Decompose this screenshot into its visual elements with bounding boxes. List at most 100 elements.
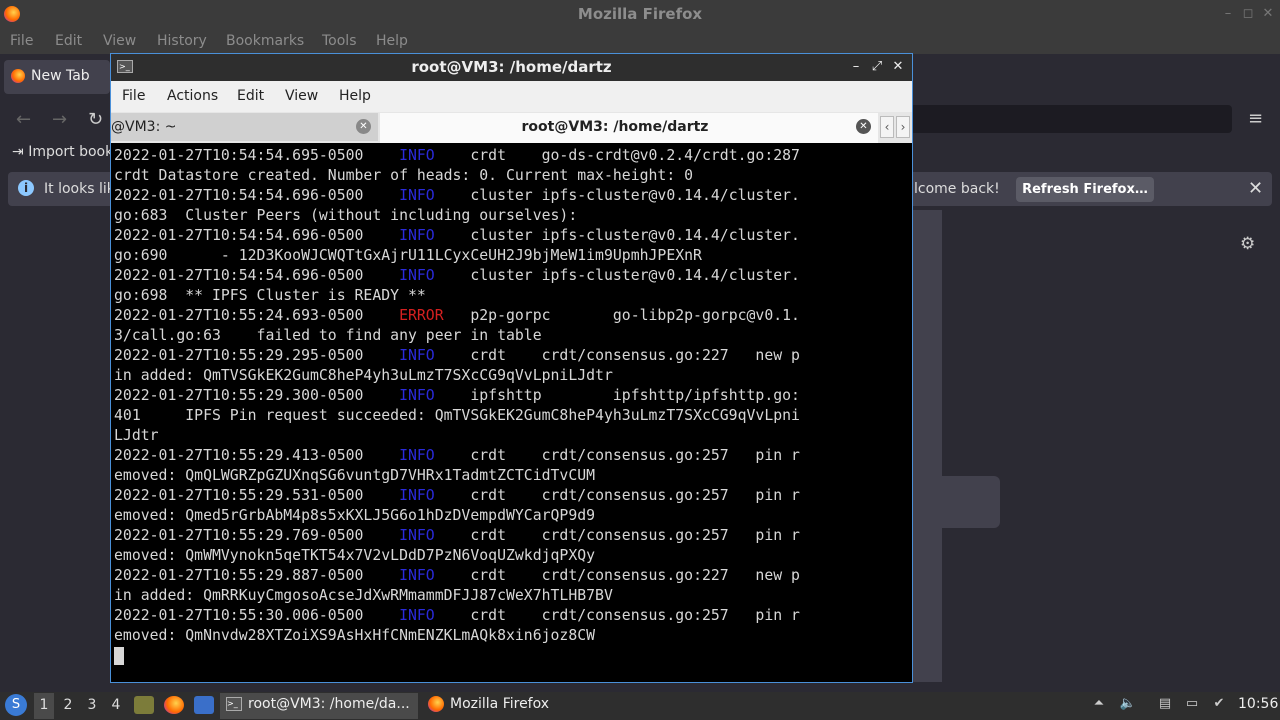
maximize-icon[interactable]: ◻ xyxy=(1240,6,1256,22)
log-message: crdt crdt/consensus.go:227 new p xyxy=(434,567,800,584)
log-level: INFO xyxy=(399,187,435,204)
tab-close-icon[interactable]: ✕ xyxy=(856,119,871,134)
terminal-line: emoved: QmNnvdw28XTZoiXS9AsHxHfCNmENZKLm… xyxy=(114,627,596,644)
ff-menu-file[interactable]: File xyxy=(10,33,33,49)
ff-menu-help[interactable]: Help xyxy=(376,33,408,49)
log-timestamp: 2022-01-27T10:55:30.006-0500 xyxy=(114,607,400,624)
term-menu-actions[interactable]: Actions xyxy=(167,88,218,104)
log-timestamp: 2022-01-27T10:54:54.695-0500 xyxy=(114,147,400,164)
ff-menu-view[interactable]: View xyxy=(103,33,136,49)
notice-text-end: lcome back! xyxy=(914,181,1000,197)
update-icon[interactable]: ✔ xyxy=(1210,696,1228,712)
ff-menu-edit[interactable]: Edit xyxy=(55,33,82,49)
log-message: crdt crdt/consensus.go:257 pin r xyxy=(434,607,800,624)
hamburger-menu-icon[interactable]: ≡ xyxy=(1248,108,1263,129)
start-menu-icon[interactable]: S xyxy=(5,694,27,716)
file-manager-icon[interactable] xyxy=(134,696,154,714)
terminal-line: 2022-01-27T10:54:54.696-0500 INFO cluste… xyxy=(114,266,800,286)
tray-up-icon[interactable]: ⏶ xyxy=(1090,696,1108,712)
terminal-output[interactable]: 2022-01-27T10:54:54.695-0500 INFO crdt g… xyxy=(114,146,910,680)
tab-scroll-right-icon[interactable]: › xyxy=(896,116,910,138)
taskbar-firefox-label[interactable]: Mozilla Firefox xyxy=(450,696,549,712)
terminal-line: 3/call.go:63 failed to find any peer in … xyxy=(114,327,542,344)
log-timestamp: 2022-01-27T10:54:54.696-0500 xyxy=(114,227,400,244)
term-menu-edit[interactable]: Edit xyxy=(237,88,264,104)
terminal-line: 2022-01-27T10:55:30.006-0500 INFO crdt c… xyxy=(114,606,800,626)
back-arrow-icon[interactable]: ← xyxy=(16,109,31,130)
log-timestamp: 2022-01-27T10:55:29.769-0500 xyxy=(114,527,400,544)
log-level: ERROR xyxy=(399,307,444,324)
url-bar[interactable] xyxy=(910,105,1232,133)
gear-icon[interactable]: ⚙ xyxy=(1240,234,1255,254)
terminal-line: LJdtr xyxy=(114,427,159,444)
firefox-window-title: Mozilla Firefox xyxy=(577,5,703,23)
forward-arrow-icon[interactable]: → xyxy=(52,109,67,130)
terminal-line: emoved: QmQLWGRZpGZUXnqSG6vuntgD7VHRx1Ta… xyxy=(114,467,596,484)
terminal-line: 2022-01-27T10:54:54.696-0500 INFO cluste… xyxy=(114,186,800,206)
log-timestamp: 2022-01-27T10:55:24.693-0500 xyxy=(114,307,400,324)
workspace-1[interactable]: 1 xyxy=(35,697,53,713)
network-icon[interactable]: ▭ xyxy=(1183,696,1201,712)
volume-icon[interactable]: 🔈 xyxy=(1119,696,1137,712)
log-timestamp: 2022-01-27T10:55:29.887-0500 xyxy=(114,567,400,584)
log-message: crdt crdt/consensus.go:227 new p xyxy=(434,347,800,364)
terminal-line: 2022-01-27T10:55:24.693-0500 ERROR p2p-g… xyxy=(114,306,800,326)
terminal-menubar xyxy=(111,81,912,112)
clock: 10:56 xyxy=(1238,696,1279,712)
tab-close-icon[interactable]: ✕ xyxy=(356,119,371,134)
import-bookmarks-link[interactable]: ⇥ Import book xyxy=(12,144,113,160)
firefox-launcher-icon[interactable] xyxy=(164,696,184,714)
terminal-tab-dartz-label: root@VM3: /home/dartz xyxy=(521,119,709,135)
terminal-line: 2022-01-27T10:55:29.769-0500 INFO crdt c… xyxy=(114,526,800,546)
tab-scroll-left-icon[interactable]: ‹ xyxy=(880,116,894,138)
log-message: crdt crdt/consensus.go:257 pin r xyxy=(434,487,800,504)
term-menu-help[interactable]: Help xyxy=(339,88,371,104)
close-icon[interactable]: ✕ xyxy=(1260,6,1276,22)
ff-menu-history[interactable]: History xyxy=(157,33,207,49)
log-timestamp: 2022-01-27T10:55:29.295-0500 xyxy=(114,347,400,364)
log-level: INFO xyxy=(399,347,435,364)
reload-icon[interactable]: ↻ xyxy=(88,109,103,130)
terminal-line: 2022-01-27T10:55:29.531-0500 INFO crdt c… xyxy=(114,486,800,506)
terminal-line: go:698 ** IPFS Cluster is READY ** xyxy=(114,287,426,304)
newtab-tile[interactable] xyxy=(912,476,1000,528)
workspace-2[interactable]: 2 xyxy=(59,697,77,713)
log-message: cluster ipfs-cluster@v0.14.4/cluster. xyxy=(434,187,800,204)
notice-close-icon[interactable]: ✕ xyxy=(1248,178,1263,199)
log-timestamp: 2022-01-27T10:55:29.413-0500 xyxy=(114,447,400,464)
terminal-line: go:683 Cluster Peers (without including … xyxy=(114,207,578,224)
ff-menu-tools[interactable]: Tools xyxy=(322,33,357,49)
info-icon: i xyxy=(18,180,34,196)
terminal-line: 2022-01-27T10:54:54.695-0500 INFO crdt g… xyxy=(114,146,800,166)
clipboard-icon[interactable]: ▤ xyxy=(1156,696,1174,712)
minimize-icon[interactable]: – xyxy=(1220,6,1236,22)
term-menu-view[interactable]: View xyxy=(285,88,318,104)
term-menu-file[interactable]: File xyxy=(122,88,145,104)
workspace-3[interactable]: 3 xyxy=(83,697,101,713)
taskbar-terminal-label: root@VM3: /home/da... xyxy=(248,696,410,712)
log-timestamp: 2022-01-27T10:54:54.696-0500 xyxy=(114,187,400,204)
terminal-maximize-icon[interactable]: ⤢ xyxy=(868,58,886,76)
log-level: INFO xyxy=(399,567,435,584)
log-timestamp: 2022-01-27T10:55:29.300-0500 xyxy=(114,387,400,404)
log-message: crdt go-ds-crdt@v0.2.4/crdt.go:287 xyxy=(434,147,800,164)
log-message: p2p-gorpc go-libp2p-gorpc@v0.1. xyxy=(443,307,800,324)
firefox-task-icon xyxy=(428,696,444,712)
log-level: INFO xyxy=(399,527,435,544)
log-message: crdt crdt/consensus.go:257 pin r xyxy=(434,447,800,464)
refresh-firefox-button[interactable]: Refresh Firefox… xyxy=(1016,177,1154,202)
log-level: INFO xyxy=(399,147,435,164)
log-timestamp: 2022-01-27T10:55:29.531-0500 xyxy=(114,487,400,504)
terminal-line: in added: QmTVSGkEK2GumC8heP4yh3uLmzT7SX… xyxy=(114,367,613,384)
ff-menu-bookmarks[interactable]: Bookmarks xyxy=(226,33,304,49)
terminal-close-icon[interactable]: ✕ xyxy=(889,58,907,76)
log-timestamp: 2022-01-27T10:54:54.696-0500 xyxy=(114,267,400,284)
workspace-4[interactable]: 4 xyxy=(107,697,125,713)
terminal-line: emoved: QmWMVynokn5qeTKT54x7V2vLDdD7PzN6… xyxy=(114,547,596,564)
terminal-line: crdt Datastore created. Number of heads:… xyxy=(114,167,694,184)
import-bookmarks-label: Import book xyxy=(28,144,114,160)
show-desktop-icon[interactable] xyxy=(194,696,214,714)
terminal-minimize-icon[interactable]: – xyxy=(847,58,865,76)
log-level: INFO xyxy=(399,387,435,404)
terminal-line: go:690 - 12D3KooWJCWQTtGxAjrU11LCyxCeUH2… xyxy=(114,247,702,264)
